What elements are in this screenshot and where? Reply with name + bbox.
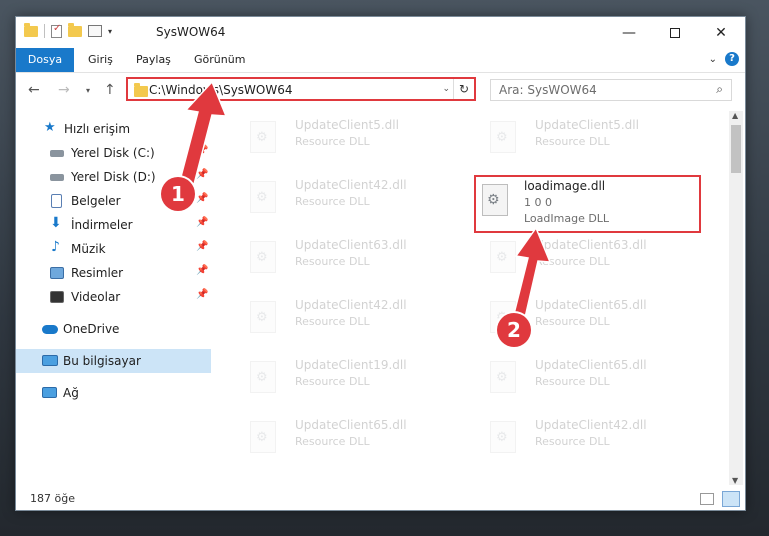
quick-access-toolbar: ▾ bbox=[24, 22, 112, 38]
downloads-icon: ⬇ bbox=[50, 215, 62, 231]
maximize-icon bbox=[670, 27, 680, 38]
sidebar-item-this-pc[interactable]: Bu bilgisayar bbox=[16, 349, 211, 373]
up-arrow-icon[interactable]: ↑ bbox=[104, 82, 116, 98]
documents-icon bbox=[51, 194, 62, 208]
pin-icon[interactable]: 📌 bbox=[196, 169, 208, 180]
search-icon[interactable]: ⌕ bbox=[716, 82, 723, 97]
folder-icon bbox=[24, 22, 38, 37]
file-item[interactable]: UpdateClient42.dll Resource DLL bbox=[236, 295, 446, 351]
search-input[interactable]: Ara: SysWOW64 ⌕ bbox=[490, 79, 732, 101]
drive-icon bbox=[50, 174, 64, 181]
folder-icon bbox=[134, 83, 148, 97]
view-options-icon[interactable] bbox=[88, 25, 102, 37]
file-item[interactable]: UpdateClient65.dll Resource DLL bbox=[236, 415, 446, 471]
sidebar-item-downloads[interactable]: ⬇ İndirmeler 📌 bbox=[16, 213, 211, 237]
dll-file-icon bbox=[250, 181, 276, 213]
pin-icon[interactable]: 📌 bbox=[196, 289, 208, 300]
pin-icon[interactable]: 📌 bbox=[196, 145, 208, 156]
address-path[interactable]: C:\Windows\SysWOW64 bbox=[149, 83, 293, 97]
pictures-icon bbox=[50, 267, 64, 279]
sidebar-item-pictures[interactable]: Resimler 📌 bbox=[16, 261, 211, 285]
file-description: LoadImage DLL bbox=[524, 212, 610, 225]
cloud-icon bbox=[42, 325, 58, 334]
address-row: ← → ▾ ↑ C:\Windows\SysWOW64 ⌄ ↻ Ara: Sys… bbox=[16, 73, 745, 109]
scroll-up-icon[interactable]: ▲ bbox=[732, 111, 738, 120]
ribbon-tabs: Dosya Giriş Paylaş Görünüm ⌄ ? bbox=[16, 48, 745, 73]
navigation-pane: ★ Hızlı erişim Yerel Disk (C:) 📌 Yerel D… bbox=[16, 109, 211, 489]
sidebar-item-network[interactable]: Ağ bbox=[16, 381, 211, 405]
file-item[interactable]: UpdateClient42.dll Resource DLL bbox=[476, 415, 686, 471]
dll-file-icon bbox=[482, 184, 508, 216]
explorer-window: ▾ SysWOW64 — ✕ Dosya Giriş Paylaş Görünü… bbox=[15, 16, 746, 511]
file-name: loadimage.dll bbox=[524, 179, 606, 193]
file-version: 1 0 0 bbox=[524, 196, 552, 209]
new-folder-icon[interactable] bbox=[68, 22, 82, 37]
expand-ribbon-icon[interactable]: ⌄ bbox=[709, 54, 717, 65]
window-title: SysWOW64 bbox=[156, 25, 226, 39]
file-item[interactable]: UpdateClient63.dll Resource DLL bbox=[236, 235, 446, 291]
file-item[interactable]: UpdateClient5.dll Resource DLL bbox=[476, 115, 686, 171]
large-icons-view-icon[interactable] bbox=[722, 491, 740, 507]
forward-arrow-icon[interactable]: → bbox=[58, 82, 70, 98]
star-icon: ★ bbox=[44, 120, 56, 135]
help-icon[interactable]: ? bbox=[725, 52, 739, 66]
sidebar-item-music[interactable]: ♪ Müzik 📌 bbox=[16, 237, 211, 261]
dll-file-icon bbox=[490, 241, 516, 273]
maximize-button[interactable] bbox=[652, 17, 698, 48]
sidebar-item-onedrive[interactable]: OneDrive bbox=[16, 317, 211, 341]
scroll-thumb[interactable] bbox=[731, 125, 741, 173]
pin-icon[interactable]: 📌 bbox=[196, 265, 208, 276]
item-count: 187 öğe bbox=[30, 492, 75, 505]
refresh-icon[interactable]: ↻ bbox=[453, 79, 474, 99]
sidebar-item-drive-c[interactable]: Yerel Disk (C:) 📌 bbox=[16, 141, 211, 165]
separator bbox=[44, 24, 45, 38]
dll-file-icon bbox=[490, 121, 516, 153]
sidebar-item-videos[interactable]: Videolar 📌 bbox=[16, 285, 211, 309]
videos-icon bbox=[50, 291, 64, 303]
close-button[interactable]: ✕ bbox=[698, 17, 744, 48]
status-bar: 187 öğe bbox=[16, 489, 745, 510]
dll-file-icon bbox=[250, 421, 276, 453]
file-item[interactable]: UpdateClient5.dll Resource DLL bbox=[236, 115, 446, 171]
pin-icon[interactable]: 📌 bbox=[196, 241, 208, 252]
address-bar[interactable]: C:\Windows\SysWOW64 ⌄ ↻ bbox=[126, 77, 476, 101]
tab-file[interactable]: Dosya bbox=[16, 48, 74, 72]
network-icon bbox=[42, 387, 57, 398]
file-item[interactable]: UpdateClient65.dll Resource DLL bbox=[476, 355, 686, 411]
recent-locations-chevron-icon[interactable]: ▾ bbox=[86, 86, 90, 95]
dll-file-icon bbox=[250, 121, 276, 153]
chevron-down-icon[interactable]: ⌄ bbox=[442, 84, 450, 94]
file-item[interactable]: UpdateClient19.dll Resource DLL bbox=[236, 355, 446, 411]
dll-file-icon bbox=[490, 361, 516, 393]
search-placeholder: Ara: SysWOW64 bbox=[499, 83, 597, 97]
pin-icon[interactable]: 📌 bbox=[196, 193, 208, 204]
back-arrow-icon[interactable]: ← bbox=[28, 82, 40, 98]
sidebar-item-quick-access[interactable]: ★ Hızlı erişim bbox=[16, 117, 211, 141]
pin-icon[interactable]: 📌 bbox=[196, 217, 208, 228]
tab-share[interactable]: Paylaş bbox=[126, 48, 181, 72]
details-view-icon[interactable] bbox=[700, 493, 714, 505]
tab-home[interactable]: Giriş bbox=[78, 48, 123, 72]
computer-icon bbox=[42, 355, 58, 366]
customize-toolbar-arrow-icon[interactable]: ▾ bbox=[108, 27, 112, 36]
scroll-down-icon[interactable]: ▼ bbox=[732, 476, 738, 485]
drive-icon bbox=[50, 150, 64, 157]
dll-file-icon bbox=[250, 301, 276, 333]
music-icon: ♪ bbox=[51, 239, 60, 255]
file-item[interactable]: UpdateClient42.dll Resource DLL bbox=[236, 175, 446, 231]
title-bar: ▾ SysWOW64 — ✕ bbox=[16, 17, 745, 48]
callout-2: 2 bbox=[497, 313, 531, 347]
tab-view[interactable]: Görünüm bbox=[184, 48, 255, 72]
minimize-button[interactable]: — bbox=[606, 17, 652, 48]
dll-file-icon bbox=[250, 241, 276, 273]
properties-check-icon[interactable] bbox=[51, 23, 62, 38]
callout-1: 1 bbox=[161, 177, 195, 211]
dll-file-icon bbox=[250, 361, 276, 393]
file-item[interactable]: UpdateClient63.dll Resource DLL bbox=[476, 235, 686, 291]
file-list: UpdateClient5.dll Resource DLL UpdateCli… bbox=[226, 109, 731, 489]
vertical-scrollbar[interactable]: ▲ ▼ bbox=[729, 111, 743, 485]
highlighted-file-item[interactable]: loadimage.dll 1 0 0 LoadImage DLL bbox=[474, 175, 701, 233]
dll-file-icon bbox=[490, 421, 516, 453]
